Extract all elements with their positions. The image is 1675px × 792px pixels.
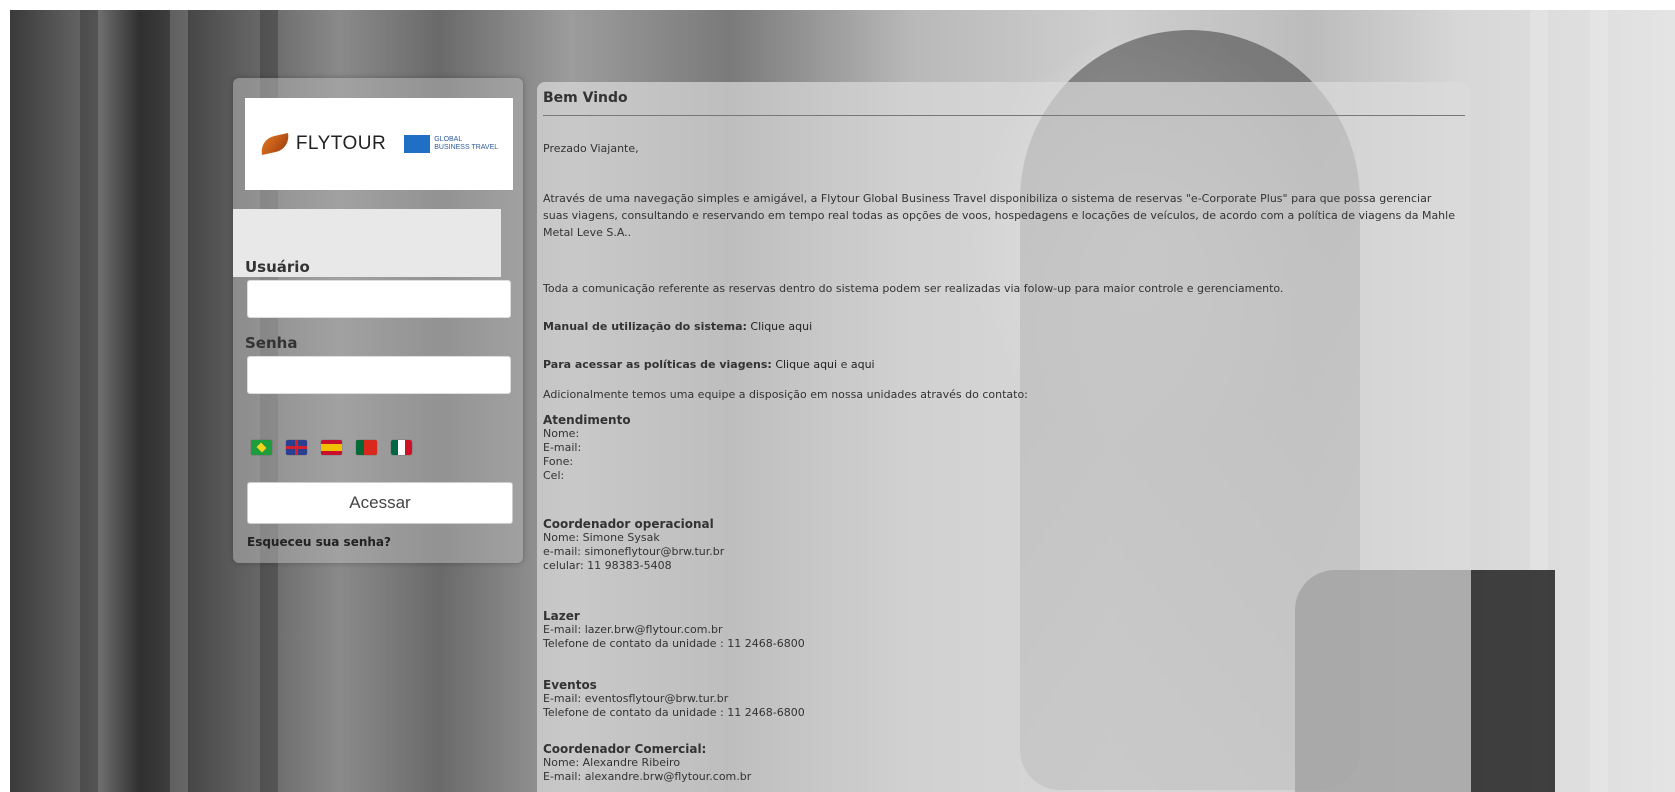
- user-input[interactable]: [247, 280, 511, 318]
- contact-title: Coordenador Comercial:: [543, 742, 707, 756]
- contact-line: Fone:: [543, 455, 574, 468]
- policy-link-2[interactable]: aqui: [851, 358, 875, 371]
- contact-title: Coordenador operacional: [543, 517, 714, 531]
- title-divider: [543, 115, 1465, 116]
- bg-stripe: [1590, 10, 1608, 792]
- contact-line: celular: 11 98383-5408: [543, 559, 672, 572]
- policy-separator: e: [840, 358, 848, 371]
- contact-line: Nome:: [543, 427, 580, 440]
- flag-portugal-icon[interactable]: [356, 440, 377, 455]
- contact-line: E-mail: lazer.brw@flytour.com.br: [543, 623, 723, 636]
- flag-mexico-icon[interactable]: [391, 440, 412, 455]
- contact-line: Telefone de contato da unidade : 11 2468…: [543, 637, 805, 650]
- contact-title: Lazer: [543, 609, 580, 623]
- flytour-swoosh-icon: [258, 133, 292, 155]
- bg-stripe: [80, 10, 98, 792]
- flytour-logo: FLYTOUR: [258, 133, 387, 155]
- contact-line: Nome: Alexandre Ribeiro: [543, 756, 681, 769]
- flag-brazil-icon[interactable]: [251, 440, 272, 455]
- flag-spain-icon[interactable]: [321, 440, 342, 455]
- password-label: Senha: [245, 334, 298, 352]
- welcome-panel: Bem Vindo Prezado Viajante, Através de u…: [537, 82, 1471, 792]
- greeting-text: Prezado Viajante,: [543, 142, 639, 155]
- amex-icon: [404, 135, 431, 153]
- contact-coordenador-operacional: Coordenador operacional Nome: Simone Sys…: [543, 517, 724, 573]
- brand-logo: FLYTOUR GLOBAL BUSINESS TRAVEL: [245, 98, 513, 190]
- policy-label: Para acessar as políticas de viagens:: [543, 358, 772, 371]
- contact-coordenador-comercial: Coordenador Comercial: Nome: Alexandre R…: [543, 742, 751, 784]
- user-label: Usuário: [245, 258, 310, 276]
- forgot-password-link[interactable]: Esqueceu sua senha?: [247, 535, 391, 549]
- flag-uk-icon[interactable]: [286, 440, 307, 455]
- welcome-title: Bem Vindo: [543, 90, 628, 106]
- contact-line: Nome: Simone Sysak: [543, 531, 660, 544]
- contact-line: Cel:: [543, 469, 565, 482]
- contact-line: E-mail:: [543, 441, 582, 454]
- amex-gbt-logo: GLOBAL BUSINESS TRAVEL: [404, 135, 498, 153]
- flytour-logo-text: FLYTOUR: [295, 133, 387, 154]
- manual-link[interactable]: Clique aqui: [750, 320, 812, 333]
- amex-logo-text: GLOBAL BUSINESS TRAVEL: [434, 136, 498, 152]
- login-button[interactable]: Acessar: [247, 482, 513, 524]
- contact-atendimento: Atendimento Nome: E-mail: Fone: Cel:: [543, 413, 631, 483]
- password-input[interactable]: [247, 356, 511, 394]
- policy-row: Para acessar as políticas de viagens: Cl…: [543, 358, 1457, 372]
- login-panel: FLYTOUR GLOBAL BUSINESS TRAVEL Usuário S…: [233, 78, 523, 563]
- language-selector: [251, 440, 412, 455]
- contact-line: Telefone de contato da unidade : 11 2468…: [543, 706, 805, 719]
- contact-line: E-mail: eventosflytour@brw.tur.br: [543, 692, 729, 705]
- contact-line: e-mail: simoneflytour@brw.tur.br: [543, 545, 725, 558]
- contact-eventos: Eventos E-mail: eventosflytour@brw.tur.b…: [543, 678, 805, 720]
- contact-title: Eventos: [543, 678, 597, 692]
- followup-text: Toda a comunicação referente as reservas…: [543, 282, 1284, 295]
- contact-line: E-mail: alexandre.brw@flytour.com.br: [543, 770, 752, 783]
- amex-line-2: BUSINESS TRAVEL: [434, 144, 499, 151]
- team-text: Adicionalmente temos uma equipe a dispos…: [543, 388, 1028, 401]
- manual-row: Manual de utilização do sistema: Clique …: [543, 320, 1457, 334]
- manual-label: Manual de utilização do sistema:: [543, 320, 747, 333]
- policy-link-1[interactable]: Clique aqui: [775, 358, 837, 371]
- bg-stripe: [170, 10, 188, 792]
- amex-line-1: GLOBAL: [434, 136, 463, 143]
- intro-text: Através de uma navegação simples e amigá…: [543, 192, 1455, 239]
- contact-lazer: Lazer E-mail: lazer.brw@flytour.com.br T…: [543, 609, 805, 651]
- contact-title: Atendimento: [543, 413, 631, 427]
